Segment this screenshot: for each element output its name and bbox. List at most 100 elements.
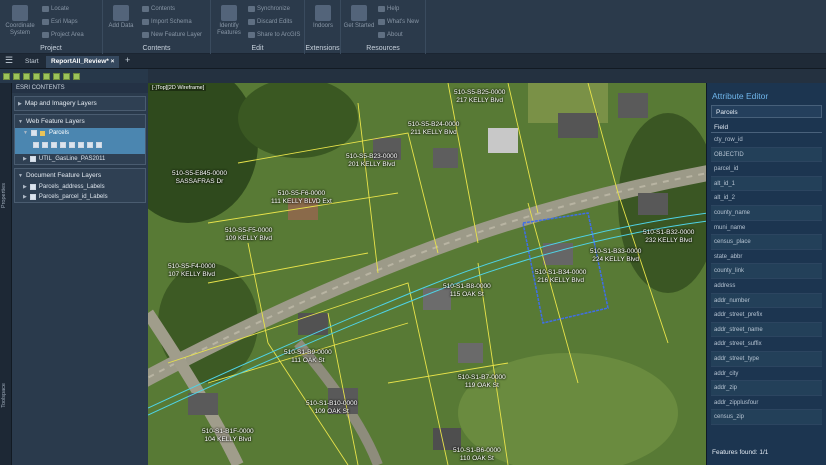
- parcel-label: 510-S1-B32-0000 232 KELLY Blvd: [643, 229, 695, 244]
- field-row[interactable]: addr_street_name: [711, 322, 822, 338]
- field-row[interactable]: muni_name: [711, 221, 822, 236]
- layer-option-icon[interactable]: [42, 142, 48, 148]
- new-feature-layer-button[interactable]: New Feature Layer: [142, 32, 202, 38]
- parcel-label: 510-S1-B9-0000 111 OAK St: [284, 349, 332, 364]
- ribbon-group-edit: Identify Features Synchronize Discard Ed…: [211, 0, 305, 54]
- field-row[interactable]: addr_number: [711, 293, 822, 309]
- parcel-label: 510-S5-F5-0000 109 KELLY Blvd: [225, 227, 273, 242]
- tab-start[interactable]: Start: [20, 56, 44, 68]
- about-button[interactable]: About: [378, 32, 403, 38]
- layer-option-icon[interactable]: [69, 142, 75, 148]
- visibility-checkbox[interactable]: [29, 194, 36, 200]
- parcel-label: 510-S5-B24-0000 211 KELLY Blvd: [408, 121, 460, 136]
- layer-option-icon[interactable]: [78, 142, 84, 148]
- field-row[interactable]: alt_id_2: [711, 191, 822, 206]
- esri-maps-button[interactable]: Esri Maps: [42, 19, 78, 25]
- layer-select[interactable]: Parcels: [711, 105, 822, 118]
- layer-tool-icon[interactable]: [23, 72, 30, 80]
- section-header[interactable]: ▼ Web Feature Layers: [15, 115, 145, 128]
- field-column-header: Field: [711, 122, 822, 133]
- identify-features-button[interactable]: Identify Features: [211, 5, 247, 37]
- field-row[interactable]: county_link: [711, 264, 822, 279]
- section-header[interactable]: ▶ Map and Imagery Layers: [15, 97, 145, 110]
- visibility-checkbox[interactable]: [30, 130, 37, 136]
- layer-option-icon[interactable]: [96, 142, 102, 148]
- field-row[interactable]: census_place: [711, 235, 822, 250]
- layer-item-parcel-id-labels[interactable]: ▶ Parcels_parcel_id_Labels: [15, 192, 145, 202]
- visibility-checkbox[interactable]: [29, 156, 36, 162]
- ribbon-group-contents: Add Data Contents Import Schema New Feat…: [103, 0, 211, 54]
- layers-icon: [113, 5, 129, 21]
- layer-item-address-labels[interactable]: ▶ Parcels_address_Labels: [15, 182, 145, 192]
- ribbon-group-label: Project: [40, 45, 62, 52]
- chevron-right-icon: ▶: [23, 156, 27, 162]
- layer-item-gasline[interactable]: ▶ UTIL_GasLine_PAS2011: [15, 154, 145, 164]
- properties-tab[interactable]: Properties: [1, 183, 7, 208]
- aerial-imagery: [148, 83, 706, 465]
- field-row[interactable]: addr_street_prefix: [711, 308, 822, 323]
- layer-tool-icon[interactable]: [33, 72, 40, 80]
- layer-option-icon[interactable]: [51, 142, 57, 148]
- help-button[interactable]: Help: [378, 6, 399, 12]
- layer-item-parcels[interactable]: ▼ Parcels: [15, 128, 145, 154]
- ribbon-group-label: Contents: [142, 45, 171, 52]
- layer-tool-icon[interactable]: [3, 72, 10, 80]
- section-header[interactable]: ▼ Document Feature Layers: [15, 169, 145, 182]
- layer-option-icon[interactable]: [87, 142, 93, 148]
- field-row[interactable]: addr_street_type: [711, 351, 822, 367]
- whats-new-button[interactable]: What's New: [378, 19, 419, 25]
- layer-option-icon[interactable]: [60, 142, 66, 148]
- import-schema-button[interactable]: Import Schema: [142, 19, 192, 25]
- project-area-button[interactable]: Project Area: [42, 32, 84, 38]
- coordinate-system-button[interactable]: Coordinate System: [2, 5, 38, 37]
- section-document-feature-layers: ▼ Document Feature Layers ▶ Parcels_addres…: [14, 168, 146, 203]
- indoors-button[interactable]: Indoors: [305, 5, 341, 30]
- layer-option-icon[interactable]: [33, 142, 39, 148]
- parcel-label: 510-S1-B6-0000 110 OAK St: [453, 447, 501, 462]
- field-row[interactable]: addr_zipplusfour: [711, 396, 822, 411]
- field-row[interactable]: county_name: [711, 205, 822, 221]
- get-started-button[interactable]: Get Started: [341, 5, 377, 30]
- synchronize-button[interactable]: Synchronize: [248, 6, 290, 12]
- chevron-down-icon: ▼: [18, 172, 23, 179]
- field-row[interactable]: parcel_id: [711, 162, 822, 177]
- parcel-label: 510-S1-B8-0000 115 OAK St: [443, 283, 491, 298]
- field-row[interactable]: OBJECTID: [711, 147, 822, 163]
- field-row[interactable]: census_zip: [711, 410, 822, 425]
- field-row[interactable]: address: [711, 279, 822, 294]
- toolspace-tab[interactable]: Toolspace: [1, 383, 7, 408]
- ribbon-group-label: Extensions: [305, 45, 340, 52]
- locate-button[interactable]: Locate: [42, 6, 69, 12]
- field-row[interactable]: addr_street_suffix: [711, 337, 822, 352]
- add-tab-button[interactable]: +: [122, 54, 133, 66]
- chevron-down-icon: ▼: [23, 130, 28, 136]
- identify-icon: [221, 5, 237, 21]
- layer-tool-icon[interactable]: [53, 72, 60, 80]
- layer-tool-icon[interactable]: [13, 72, 20, 80]
- hamburger-menu-icon[interactable]: ☰: [2, 55, 16, 67]
- ribbon-group-label: Resources: [366, 45, 400, 52]
- contents-button[interactable]: Contents: [142, 6, 175, 12]
- layer-tool-icon[interactable]: [73, 72, 80, 80]
- attribute-editor-panel: Attribute Editor Parcels Field cty_row_i…: [706, 83, 826, 465]
- map-viewport[interactable]: [-]Top][2D Wireframe] 510-S5-B25-0000 217…: [148, 83, 706, 465]
- features-found-status: Features found: 1/1: [712, 449, 769, 456]
- share-icon: [248, 32, 255, 38]
- close-tab-icon[interactable]: ×: [111, 58, 115, 65]
- layer-tools-row: [23, 142, 102, 148]
- discard-edits-button[interactable]: Discard Edits: [248, 19, 292, 25]
- chevron-down-icon: ▼: [18, 118, 23, 125]
- field-row[interactable]: cty_row_id: [711, 133, 822, 148]
- ribbon-group-resources: Get Started Help What's New About Resour…: [341, 0, 426, 54]
- viewport-label: [-]Top][2D Wireframe]: [150, 85, 207, 91]
- add-data-button[interactable]: Add Data: [103, 5, 139, 30]
- field-row[interactable]: state_abbr: [711, 250, 822, 265]
- tab-reportall-review[interactable]: ReportAll_Review* ×: [46, 56, 120, 68]
- share-to-arcgis-button[interactable]: Share to ArcGIS: [248, 32, 300, 38]
- field-row[interactable]: addr_zip: [711, 381, 822, 396]
- visibility-checkbox[interactable]: [29, 184, 36, 190]
- layer-tool-icon[interactable]: [43, 72, 50, 80]
- field-row[interactable]: alt_id_1: [711, 176, 822, 192]
- field-row[interactable]: addr_city: [711, 367, 822, 382]
- layer-tool-icon[interactable]: [63, 72, 70, 80]
